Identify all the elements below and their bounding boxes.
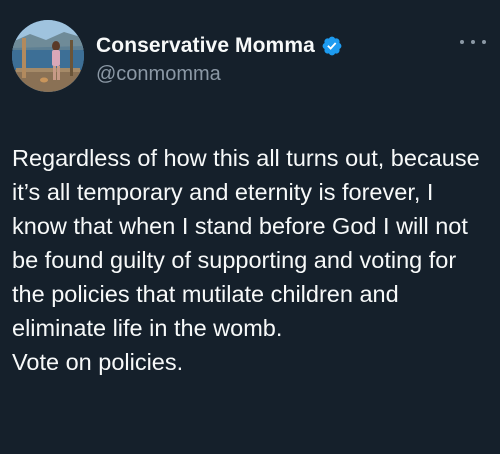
more-horizontal-icon-dot xyxy=(471,40,475,44)
tweet-text: Regardless of how this all turns out, be… xyxy=(12,145,480,375)
user-handle[interactable]: @conmomma xyxy=(96,63,343,86)
more-horizontal-icon-dot xyxy=(482,40,486,44)
avatar[interactable] xyxy=(12,20,84,92)
display-name-row: Conservative Momma xyxy=(96,31,343,61)
tweet-card: Conservative Momma @conmomma Regardless … xyxy=(0,0,500,454)
author-info: Conservative Momma @conmomma xyxy=(96,31,343,86)
avatar-photo xyxy=(12,20,84,92)
display-name[interactable]: Conservative Momma xyxy=(96,34,315,58)
verified-badge-icon[interactable] xyxy=(321,35,343,57)
more-options-button[interactable] xyxy=(460,36,486,48)
more-horizontal-icon-dot xyxy=(460,40,464,44)
